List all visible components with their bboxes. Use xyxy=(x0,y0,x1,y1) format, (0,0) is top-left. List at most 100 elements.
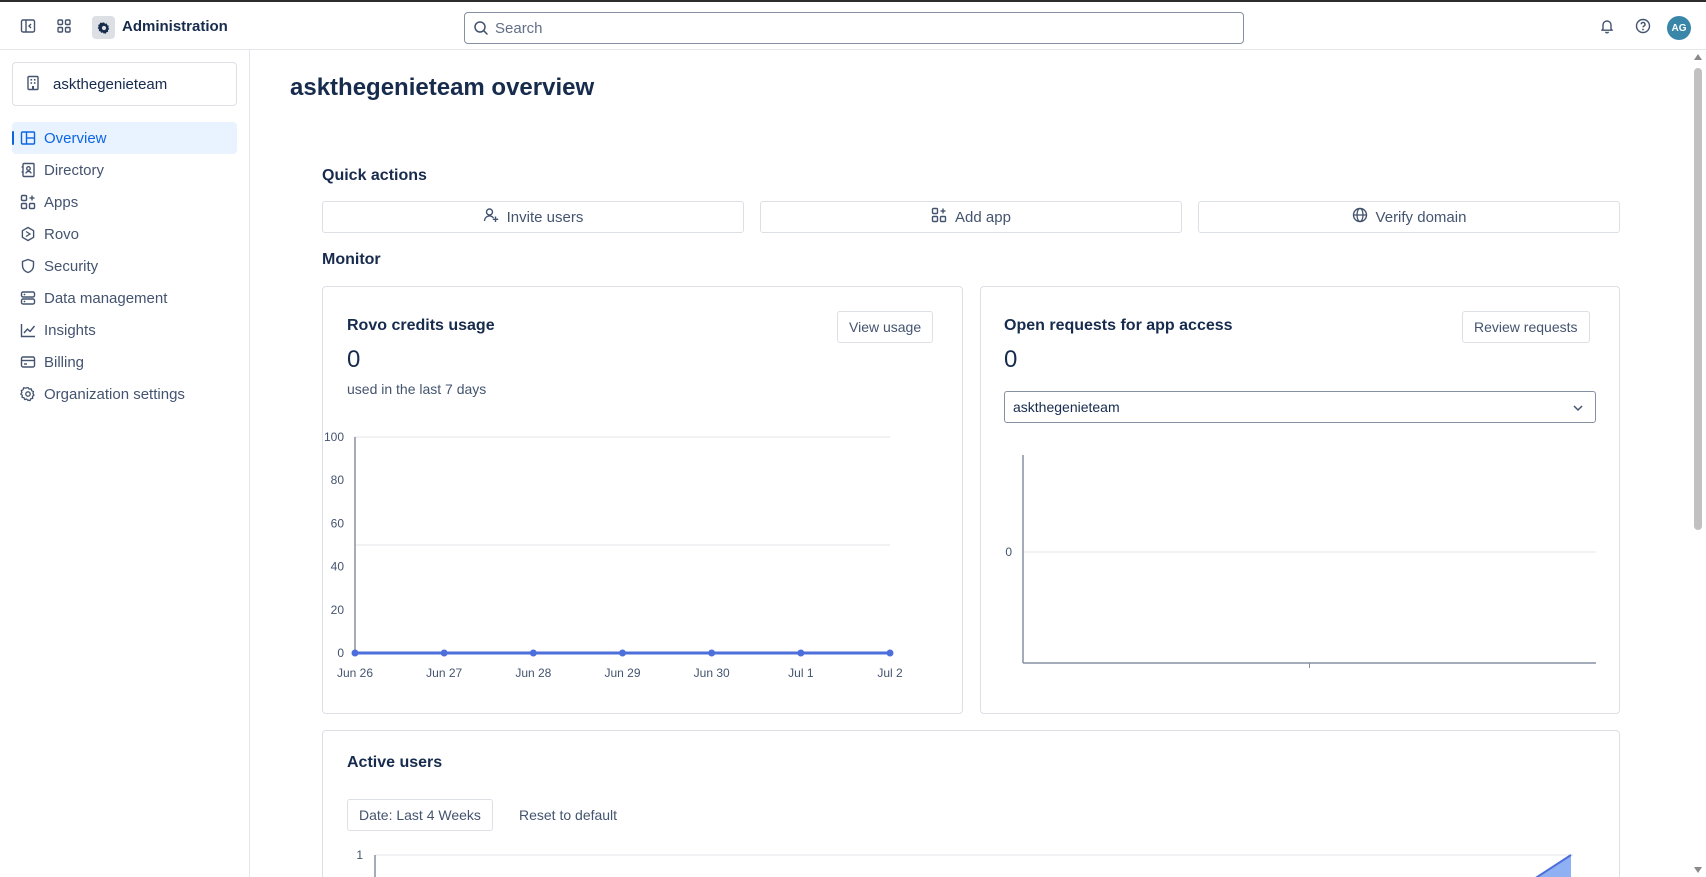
sidebar-item-overview[interactable]: Overview xyxy=(12,122,237,154)
reset-to-default-button[interactable]: Reset to default xyxy=(507,799,630,831)
y-tick-label: 40 xyxy=(331,560,345,574)
main-content: askthegenieteam overview Quick actions I… xyxy=(250,50,1690,877)
sidebar-item-label: Billing xyxy=(44,353,85,371)
quick-actions-title: Quick actions xyxy=(322,167,427,184)
sidebar-item-label: Overview xyxy=(44,129,107,147)
sidebar-item-organization-settings[interactable]: Organization settings xyxy=(12,378,237,410)
sidebar-item-directory[interactable]: Directory xyxy=(12,154,237,186)
sidebar-item-apps[interactable]: Apps xyxy=(12,186,237,218)
add-app-label: Add app xyxy=(955,208,1011,226)
sidebar-item-label: Organization settings xyxy=(44,385,185,403)
sidebar-item-label: Security xyxy=(44,257,99,275)
app-switcher-icon[interactable] xyxy=(53,15,75,37)
org-switcher[interactable]: askthegenieteam xyxy=(12,62,237,106)
y-tick-label: 1 xyxy=(356,848,363,862)
add-app-icon xyxy=(931,207,947,227)
page-title: askthegenieteam overview xyxy=(290,74,595,101)
y-tick-label: 0 xyxy=(1005,545,1012,559)
rovo-credits-caption: used in the last 7 days xyxy=(347,381,487,397)
data-point xyxy=(886,649,894,657)
building-icon xyxy=(26,75,40,95)
x-tick-label: Jul 2 xyxy=(877,666,903,677)
site-select-value: askthegenieteam xyxy=(1013,399,1120,415)
sidebar-item-rovo[interactable]: Rovo xyxy=(12,218,237,250)
scroll-down-icon[interactable] xyxy=(1694,867,1702,873)
sidebar-item-security[interactable]: Security xyxy=(12,250,237,282)
page-scrollbar[interactable] xyxy=(1690,50,1706,877)
add-app-button[interactable]: Add app xyxy=(760,201,1182,233)
x-tick-label: Jun 28 xyxy=(515,666,551,677)
y-tick-label: 20 xyxy=(331,603,345,617)
avatar[interactable]: AG xyxy=(1667,16,1691,40)
sidebar-item-data-management[interactable]: Data management xyxy=(12,282,237,314)
y-tick-label: 60 xyxy=(331,516,345,530)
credit-card-icon xyxy=(20,354,36,370)
x-tick-label: Jun 26 xyxy=(337,666,373,677)
settings-icon xyxy=(20,386,36,402)
chart-line-icon xyxy=(20,322,36,338)
sidebar-toggle-icon[interactable] xyxy=(17,15,39,37)
x-tick-label: Jun 29 xyxy=(604,666,640,677)
rovo-credits-title: Rovo credits usage xyxy=(347,317,495,334)
x-tick-label: Jul 1 xyxy=(788,666,814,677)
add-person-icon xyxy=(483,207,499,227)
sidebar-item-label: Insights xyxy=(44,321,96,339)
data-point xyxy=(797,649,805,657)
shield-icon xyxy=(20,258,36,274)
chevron-down-icon xyxy=(1571,401,1585,418)
sidebar-item-label: Directory xyxy=(44,161,105,179)
org-name: askthegenieteam xyxy=(53,75,168,93)
sidebar-item-label: Data management xyxy=(44,289,168,307)
view-usage-button[interactable]: View usage xyxy=(837,311,934,343)
rovo-credits-value: 0 xyxy=(347,346,361,373)
open-requests-chart: 0 Jira xyxy=(1005,455,1596,677)
data-point xyxy=(351,649,359,657)
open-requests-title: Open requests for app access xyxy=(1004,317,1233,334)
directory-icon xyxy=(20,162,36,178)
sidebar-item-label: Rovo xyxy=(44,225,80,243)
x-tick-label: Jun 27 xyxy=(426,666,462,677)
active-users-chart: 1 xyxy=(356,848,1573,877)
rovo-credits-chart: 0 20 40 60 80 100 Jun 26 Jun 27 Jun 28 Jun 29 Jun … xyxy=(324,430,903,677)
y-tick-label: 80 xyxy=(331,473,345,487)
sidebar-nav: Overview Directory Apps Rovo Security Da… xyxy=(12,122,237,410)
data-point xyxy=(708,649,716,657)
open-requests-card: Open requests for app access Review requ… xyxy=(980,286,1620,714)
bell-icon[interactable] xyxy=(1596,15,1618,37)
database-icon xyxy=(20,290,36,306)
review-requests-button[interactable]: Review requests xyxy=(1462,311,1590,343)
x-tick-label: Jira xyxy=(1300,676,1320,677)
data-point xyxy=(619,649,626,657)
overview-icon xyxy=(20,130,36,146)
search-placeholder: Search xyxy=(495,19,543,37)
y-tick-label: 100 xyxy=(324,430,344,444)
open-requests-value: 0 xyxy=(1004,346,1018,373)
rovo-icon xyxy=(20,226,36,242)
active-users-title: Active users xyxy=(347,754,443,771)
sidebar-item-billing[interactable]: Billing xyxy=(12,346,237,378)
top-navigation-bar: Administration Search AG xyxy=(0,0,1706,50)
globe-icon xyxy=(1352,207,1368,227)
data-point xyxy=(440,649,448,657)
rovo-credits-card: Rovo credits usage View usage 0 used in … xyxy=(322,286,963,714)
monitor-title: Monitor xyxy=(322,251,381,268)
sidebar-item-insights[interactable]: Insights xyxy=(12,314,237,346)
search-input[interactable]: Search xyxy=(464,12,1244,44)
app-title: Administration xyxy=(122,18,228,35)
apps-icon xyxy=(20,194,36,210)
invite-users-label: Invite users xyxy=(506,208,584,226)
sidebar: askthegenieteam Overview Directory Apps … xyxy=(0,50,250,877)
invite-users-button[interactable]: Invite users xyxy=(322,201,744,233)
date-range-button[interactable]: Date: Last 4 Weeks xyxy=(347,799,493,831)
x-tick-label: Jun 30 xyxy=(694,666,730,677)
scroll-thumb[interactable] xyxy=(1694,68,1702,530)
y-tick-label: 0 xyxy=(337,646,344,660)
search-icon xyxy=(473,20,489,40)
gear-icon xyxy=(92,16,115,39)
data-point xyxy=(529,649,537,657)
scroll-up-icon[interactable] xyxy=(1694,54,1702,60)
help-icon[interactable] xyxy=(1632,15,1654,37)
active-users-card: Active users Date: Last 4 Weeks Reset to… xyxy=(322,730,1620,877)
site-select[interactable]: askthegenieteam xyxy=(1004,391,1596,423)
verify-domain-button[interactable]: Verify domain xyxy=(1198,201,1620,233)
